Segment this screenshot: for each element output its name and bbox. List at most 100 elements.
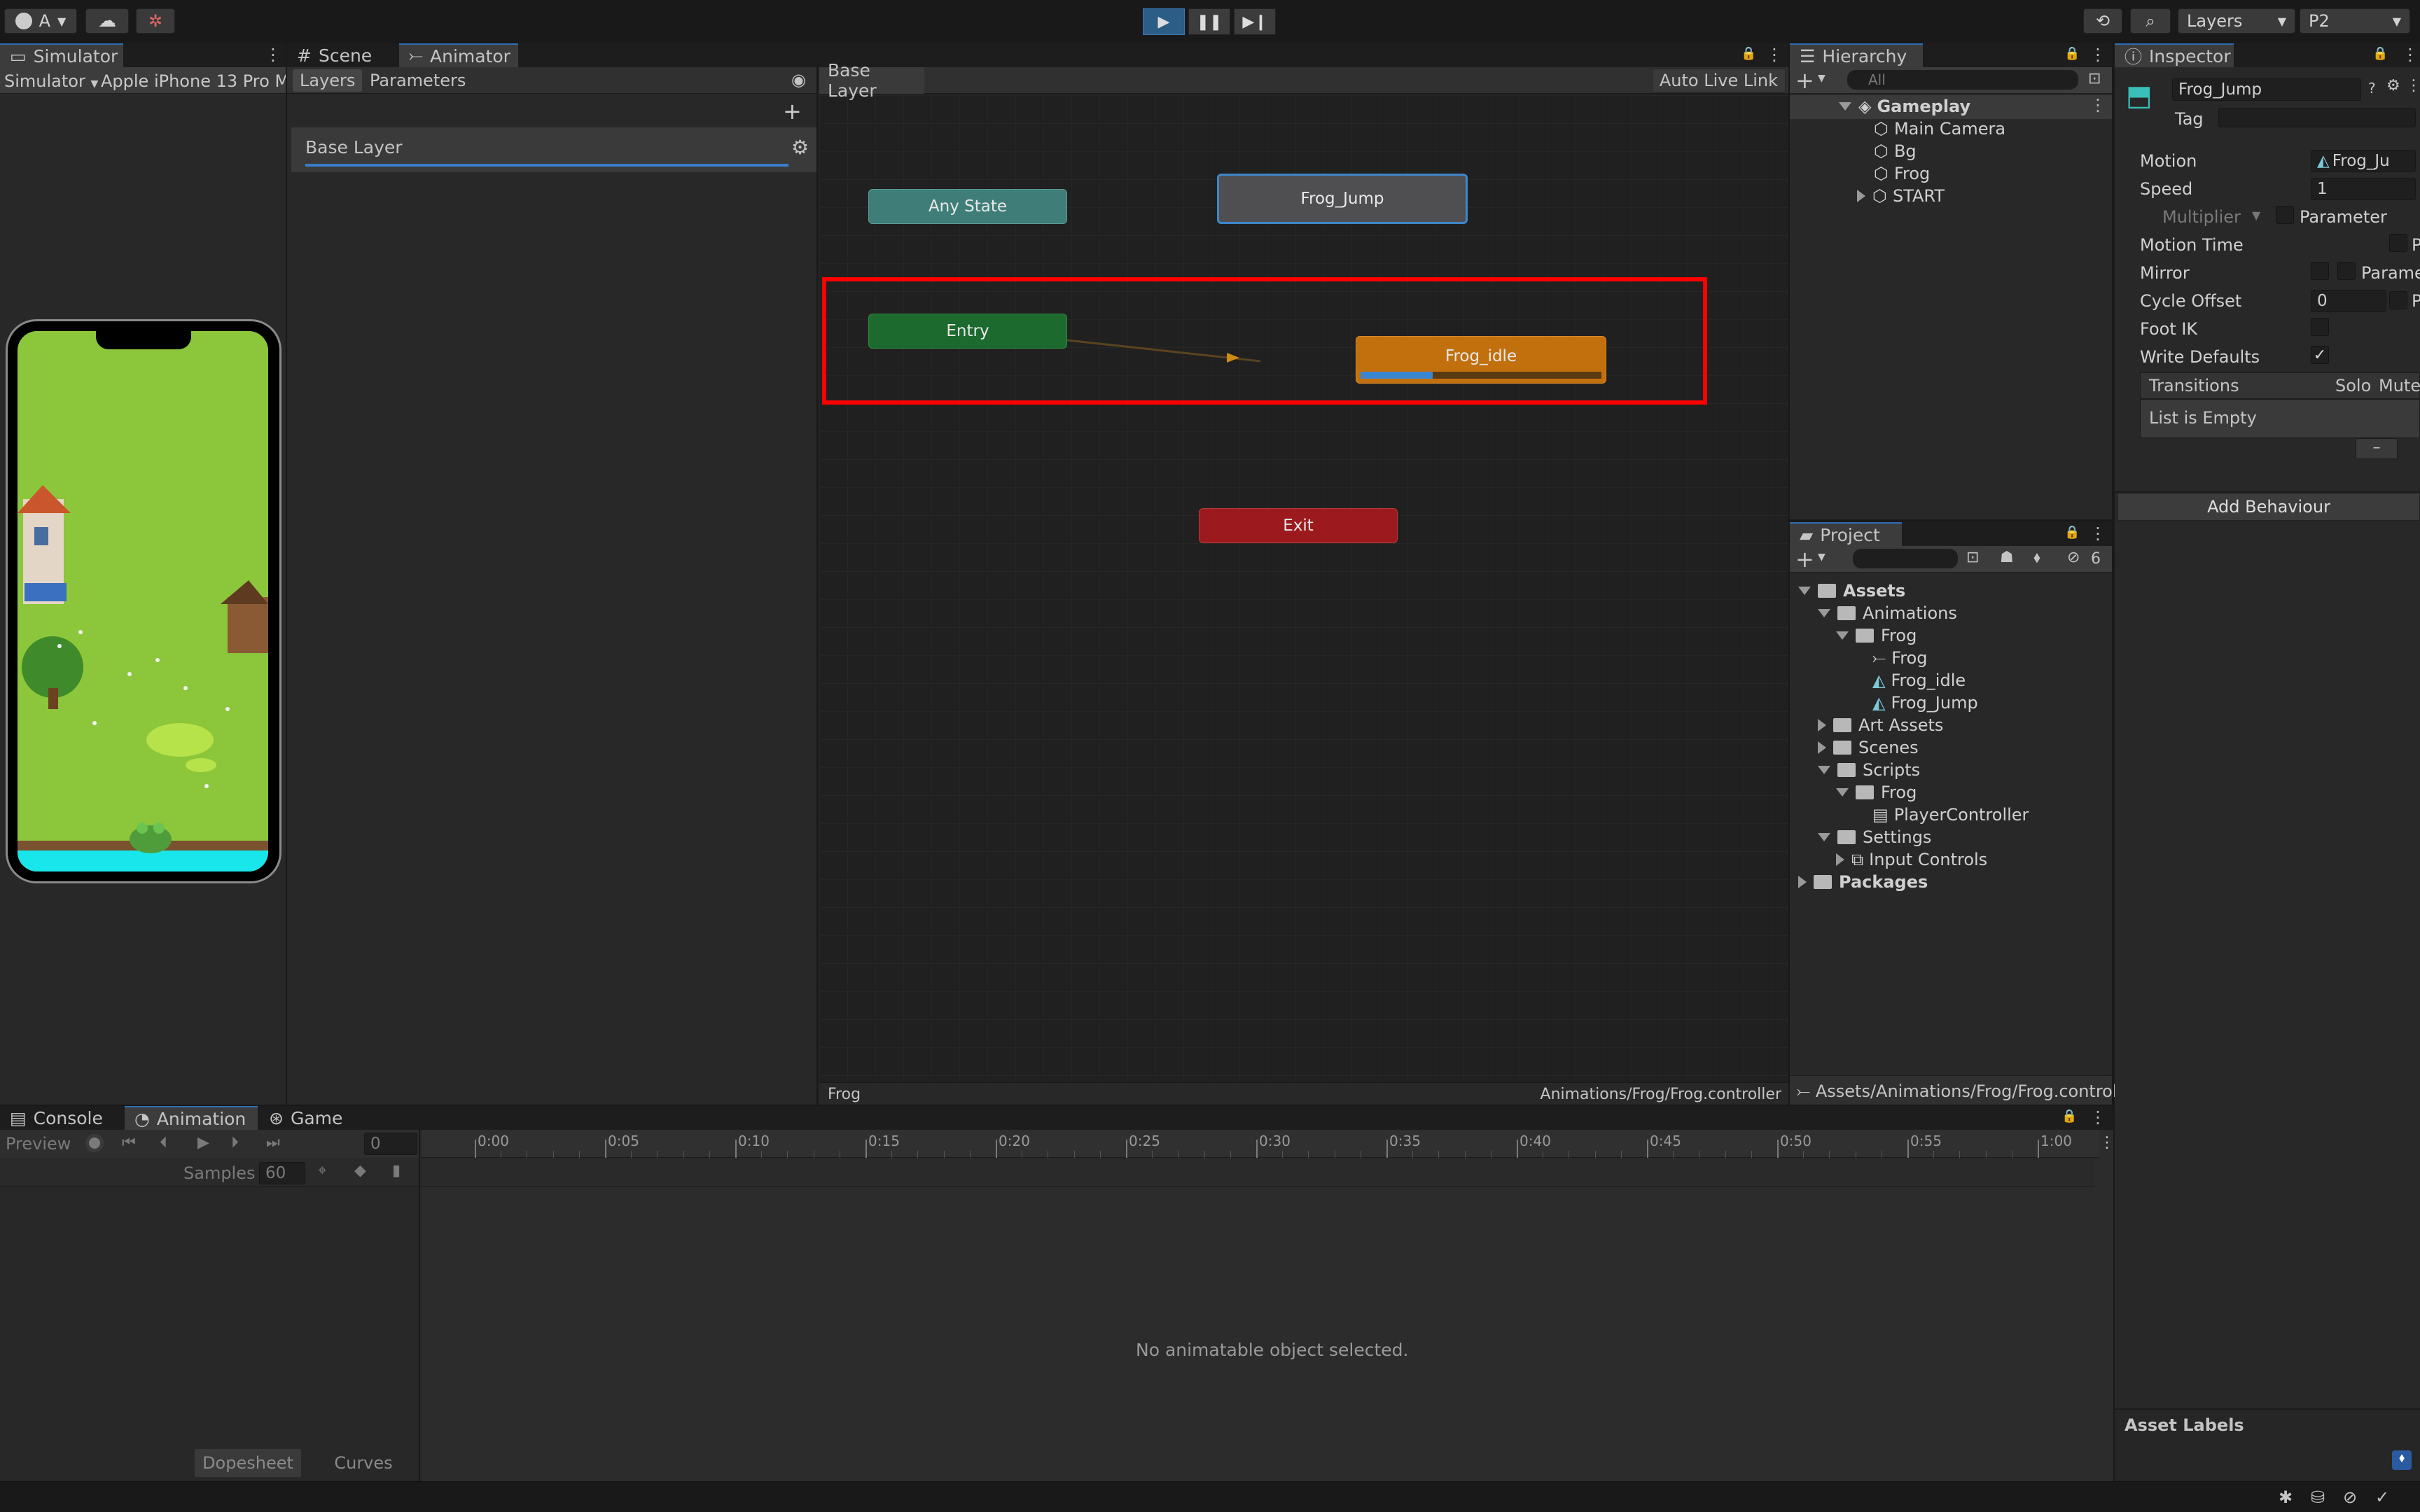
write-defaults-checkbox[interactable]: ✓ <box>2311 346 2329 364</box>
add-behaviour-button[interactable]: Add Behaviour <box>2118 493 2420 521</box>
project-item[interactable]: Packages <box>1798 872 1928 892</box>
more-icon[interactable]: ⋮ <box>265 45 281 64</box>
search-type-icon[interactable]: ⊡ <box>2088 70 2101 88</box>
more-icon[interactable]: ⋮ <box>2406 77 2420 94</box>
device-dropdown[interactable]: Apple iPhone 13 Pro M <box>101 71 286 91</box>
cycle-offset-field[interactable]: 0 <box>2311 290 2386 312</box>
more-icon[interactable]: ⋮ <box>2089 95 2106 115</box>
more-icon[interactable]: ⋮ <box>2089 1107 2106 1127</box>
scene-row[interactable]: ◈ Gameplay ⋮ <box>1790 95 2112 119</box>
project-item[interactable]: ▤ PlayerController <box>1872 805 2029 825</box>
more-icon[interactable]: ⋮ <box>2089 524 2106 543</box>
hierarchy-item[interactable]: ⬡ Bg <box>1874 141 1917 161</box>
state-exit[interactable]: Exit <box>1199 508 1398 543</box>
step-button[interactable]: ▶❙ <box>1234 8 1276 35</box>
gear-icon[interactable]: ⚙ <box>791 136 809 159</box>
project-item[interactable]: Assets <box>1798 581 1905 601</box>
cache-server-icon[interactable]: ⛁ <box>2311 1488 2325 1507</box>
tab-game[interactable]: ⊛ Game <box>259 1106 350 1130</box>
lock-icon[interactable]: 🔒 <box>1741 46 1756 61</box>
dopesheet-button[interactable]: Dopesheet <box>195 1449 301 1477</box>
layout-dropdown[interactable]: P2 ▼ <box>2300 8 2410 34</box>
settings-icon[interactable]: ⚙ <box>2386 77 2400 94</box>
tag-field[interactable] <box>2218 108 2416 127</box>
bug-icon[interactable]: ✱ <box>2279 1488 2293 1507</box>
play-button[interactable]: ▶ <box>1143 8 1185 35</box>
project-item[interactable]: Animations <box>1818 603 1957 623</box>
more-icon[interactable]: ⋮ <box>2099 1134 2115 1152</box>
tab-hierarchy[interactable]: ☰ Hierarchy <box>1790 43 1923 67</box>
search-by-type-icon[interactable]: ⊡ <box>1966 549 1979 566</box>
lock-icon[interactable]: 🔒 <box>2064 525 2080 540</box>
tab-console[interactable]: ▤ Console <box>0 1106 125 1130</box>
hierarchy-item[interactable]: ⬡ START <box>1857 186 1945 206</box>
lock-icon[interactable]: 🔒 <box>2372 46 2388 61</box>
simulator-mode-dropdown[interactable]: Simulator ▼ <box>4 71 98 91</box>
status-ok-icon[interactable]: ✓ <box>2375 1488 2389 1507</box>
pause-button[interactable]: ❚❚ <box>1188 8 1230 35</box>
tab-layers[interactable]: Layers <box>293 69 363 92</box>
layer-item-base[interactable]: Base Layer ⚙ <box>291 127 816 172</box>
chevron-down-icon[interactable]: ▼ <box>2252 209 2260 222</box>
next-key-icon[interactable]: ⏵ <box>231 1134 239 1152</box>
project-item[interactable]: ◭ Frog_idle <box>1872 671 1966 690</box>
add-object-button[interactable]: + <box>1795 67 1814 94</box>
mirror-checkbox[interactable] <box>2311 262 2329 280</box>
chevron-right-icon[interactable] <box>1857 190 1865 202</box>
tab-simulator[interactable]: ▭ Simulator <box>0 43 123 67</box>
more-icon[interactable]: ⋮ <box>1766 45 1783 64</box>
project-item[interactable]: ◭ Frog_Jump <box>1872 693 1978 713</box>
collab-button[interactable]: ✲ <box>136 8 175 34</box>
samples-field[interactable]: 60 <box>259 1162 305 1184</box>
frame-field[interactable]: 0 <box>364 1133 417 1155</box>
tab-animation[interactable]: ◔ Animation <box>125 1106 258 1130</box>
cycle-offset-checkbox[interactable] <box>2389 291 2407 309</box>
lock-icon[interactable]: 🔒 <box>2061 1109 2077 1124</box>
last-key-icon[interactable]: ⏭ <box>266 1134 280 1152</box>
event-track[interactable] <box>422 1158 2095 1187</box>
multiplier-parameter-checkbox[interactable] <box>2276 206 2294 224</box>
cloud-button[interactable]: ☁ <box>85 8 129 34</box>
more-icon[interactable]: ⋮ <box>2402 45 2419 64</box>
search-button[interactable]: ⌕ <box>2130 8 2171 34</box>
project-item[interactable]: Frog <box>1836 626 1917 645</box>
lock-icon[interactable]: 🔒 <box>2064 46 2080 61</box>
more-icon[interactable]: ⋮ <box>2089 45 2106 64</box>
chevron-down-icon[interactable] <box>1839 102 1851 111</box>
project-item[interactable]: Frog <box>1836 783 1917 802</box>
undo-history-button[interactable]: ⟲ <box>2083 8 2122 34</box>
hierarchy-item[interactable]: ⬡ Frog <box>1874 164 1930 183</box>
project-search-input[interactable] <box>1853 549 1958 568</box>
hierarchy-item[interactable]: ⬡ Main Camera <box>1874 119 2005 139</box>
tab-inspector[interactable]: ⓘ Inspector <box>2115 43 2234 67</box>
label-icon[interactable]: ⬧ <box>2033 549 2040 566</box>
curves-button[interactable]: Curves <box>311 1449 416 1477</box>
timeline-ruler[interactable]: 0:00 0:05 0:10 0:15 0:20 0:25 0:30 0:35 0:40 0:45… <box>422 1130 2099 1158</box>
tab-scene[interactable]: # Scene <box>287 43 394 67</box>
network-icon[interactable]: ⊘ <box>2343 1488 2357 1507</box>
state-name-field[interactable]: Frog_Jump <box>2172 78 2361 101</box>
speed-field[interactable]: 1 <box>2311 178 2416 200</box>
filter-icon[interactable]: ☗ <box>2000 549 2014 566</box>
preview-toggle[interactable]: Preview <box>6 1134 71 1154</box>
add-keyframe-icon[interactable]: ⌖ <box>318 1162 326 1180</box>
record-icon[interactable] <box>85 1134 104 1152</box>
add-event-icon[interactable]: ◆ <box>354 1162 366 1180</box>
state-graph[interactable]: Base Layer Auto Live Link Any State Frog… <box>819 60 1788 1082</box>
layers-dropdown[interactable]: Layers ▼ <box>2178 8 2295 34</box>
help-icon[interactable]: ? <box>2368 80 2376 97</box>
chevron-down-icon[interactable]: ▼ <box>1818 552 1826 563</box>
timeline-area[interactable]: 0:00 0:05 0:10 0:15 0:20 0:25 0:30 0:35 0:40 0:45… <box>422 1130 2115 1481</box>
add-layer-button[interactable]: + <box>783 98 802 125</box>
tab-project[interactable]: ▰ Project <box>1790 522 1902 546</box>
project-item[interactable]: Settings <box>1818 827 1931 847</box>
motion-field[interactable]: ◭ Frog_Ju <box>2311 150 2416 172</box>
first-key-icon[interactable]: ⏮ <box>122 1134 136 1152</box>
mirror-parameter-checkbox[interactable] <box>2337 262 2356 280</box>
prev-key-icon[interactable]: ⏴ <box>160 1134 167 1152</box>
remove-transition-button[interactable]: – <box>2356 438 2398 459</box>
chevron-down-icon[interactable]: ▼ <box>1818 73 1826 84</box>
game-viewport[interactable] <box>18 331 268 872</box>
foot-ik-checkbox[interactable] <box>2311 318 2329 336</box>
project-item[interactable]: ⧉ Input Controls <box>1836 850 1987 869</box>
